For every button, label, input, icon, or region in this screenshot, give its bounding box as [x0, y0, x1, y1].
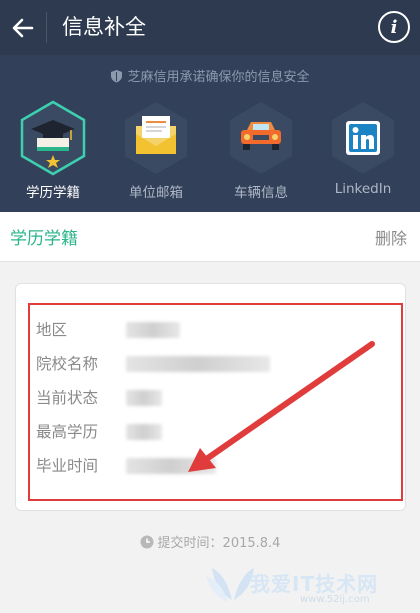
delete-button[interactable]: 删除 [375, 225, 407, 249]
field-value-graduation-date [126, 458, 216, 474]
security-note: 芝麻信用承诺确保你的信息安全 [0, 66, 420, 85]
field-label-region: 地区 [36, 321, 68, 339]
top-bar: 信息补全 i [0, 0, 420, 55]
watermark: 我爱IT技术网 www.52ij.com [202, 560, 412, 610]
field-label-status: 当前状态 [36, 389, 99, 407]
category-linkedin-label: LinkedIn [334, 181, 392, 197]
watermark-text: 我爱IT技术网 [250, 572, 379, 596]
page-title: 信息补全 [62, 15, 146, 39]
envelope-icon [136, 116, 176, 154]
category-vehicle-label: 车辆信息 [234, 185, 288, 201]
submit-time-text: 提交时间：2015.8.4 [157, 536, 281, 551]
category-vehicle[interactable]: 车辆信息 [216, 100, 306, 210]
clock-icon [140, 535, 154, 548]
category-vehicle-badge [227, 100, 295, 176]
linkedin-icon [346, 121, 380, 155]
shield-icon [111, 69, 123, 82]
security-note-text: 芝麻信用承诺确保你的信息安全 [127, 70, 310, 85]
info-icon: i [390, 16, 398, 38]
category-education-label: 学历学籍 [26, 185, 80, 201]
category-work-email[interactable]: 单位邮箱 [111, 100, 201, 210]
field-label-school: 院校名称 [36, 355, 99, 373]
category-work-email-label: 单位邮箱 [129, 185, 183, 201]
field-label-highest-degree: 最高学历 [36, 423, 99, 441]
section-header: 学历学籍 删除 [0, 212, 420, 262]
category-linkedin[interactable]: LinkedIn [318, 100, 408, 210]
info-button[interactable]: i [378, 11, 410, 43]
category-education[interactable]: 学历学籍 [8, 100, 98, 210]
field-value-highest-degree [126, 424, 162, 440]
watermark-url: www.52ij.com [300, 594, 370, 605]
back-button[interactable] [0, 0, 46, 55]
field-value-status [126, 390, 162, 406]
category-education-badge [19, 100, 87, 176]
category-work-email-badge [122, 100, 190, 176]
arrow-left-icon [12, 18, 34, 37]
content-area: 学历学籍 删除 [0, 212, 420, 613]
field-value-school [126, 356, 270, 372]
divider [46, 12, 47, 43]
field-value-region [126, 322, 180, 338]
category-panel: 芝麻信用承诺确保你的信息安全 学历学籍 单位邮箱 车辆信息 LinkedIn [0, 55, 420, 212]
submit-time: 提交时间：2015.8.4 [0, 532, 420, 551]
section-title: 学历学籍 [10, 229, 78, 249]
category-linkedin-badge [329, 100, 397, 176]
field-label-graduation-date: 毕业时间 [36, 457, 99, 475]
